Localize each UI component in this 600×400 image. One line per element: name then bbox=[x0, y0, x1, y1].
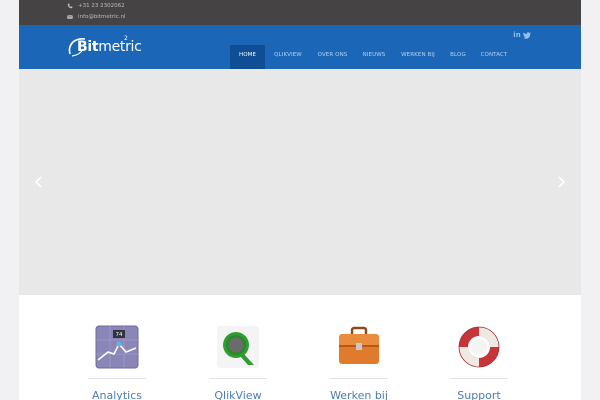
twitter-link[interactable] bbox=[523, 31, 531, 39]
email-contact[interactable]: info@bitmetric.nl bbox=[67, 14, 125, 20]
phone-icon bbox=[67, 3, 73, 9]
feature-divider bbox=[88, 378, 146, 379]
phone-contact[interactable]: +31 23 2302062 bbox=[67, 3, 125, 9]
nav-contact[interactable]: CONTACT bbox=[474, 45, 514, 69]
envelope-icon bbox=[67, 15, 73, 19]
feature-divider bbox=[450, 378, 508, 379]
feature-werken-bij[interactable]: Werken bij bbox=[329, 324, 389, 400]
page-wrapper: +31 23 2302062 info@bitmetric.nl Bitmetr… bbox=[19, 0, 581, 400]
logo-wordmark: Bitmetric bbox=[77, 39, 142, 55]
lifebuoy-icon bbox=[458, 326, 500, 368]
site-logo[interactable]: Bitmetric 2 bbox=[67, 33, 142, 61]
twitter-icon bbox=[523, 31, 531, 39]
linkedin-icon: in bbox=[513, 31, 521, 39]
nav-home[interactable]: HOME bbox=[230, 45, 265, 69]
feature-section: 74 Analytics QlikView Werken bij Support bbox=[19, 295, 581, 400]
main-menu: HOME QLIKVIEW OVER ONS NIEUWS WERKEN BIJ… bbox=[230, 45, 516, 69]
analytics-badge: 74 bbox=[116, 332, 123, 338]
email-address: info@bitmetric.nl bbox=[78, 14, 126, 20]
nav-blog[interactable]: BLOG bbox=[444, 45, 472, 69]
linkedin-link[interactable]: in bbox=[513, 31, 521, 39]
briefcase-icon bbox=[339, 326, 379, 364]
analytics-chart-icon: 74 bbox=[95, 325, 139, 369]
feature-label: Werken bij bbox=[330, 389, 388, 400]
feature-label: Support bbox=[457, 389, 501, 400]
nav-qlikview[interactable]: QLIKVIEW bbox=[267, 45, 309, 69]
nav-werken-bij[interactable]: WERKEN BIJ bbox=[394, 45, 442, 69]
phone-number: +31 23 2302062 bbox=[78, 3, 125, 9]
feature-qlikview[interactable]: QlikView bbox=[208, 324, 268, 400]
nav-over-ons[interactable]: OVER ONS bbox=[311, 45, 354, 69]
chevron-left-icon[interactable] bbox=[32, 175, 46, 189]
hero-slider bbox=[19, 69, 581, 295]
feature-analytics[interactable]: 74 Analytics bbox=[87, 324, 147, 400]
chevron-right-icon[interactable] bbox=[554, 175, 568, 189]
main-navbar: Bitmetric 2 in HOME QLIKVIEW OVER ONS NI… bbox=[19, 25, 581, 70]
feature-support[interactable]: Support bbox=[449, 324, 509, 400]
feature-label: Analytics bbox=[92, 389, 142, 400]
feature-divider bbox=[330, 378, 388, 379]
top-contact-bar: +31 23 2302062 info@bitmetric.nl bbox=[19, 0, 581, 25]
logo-superscript: 2 bbox=[124, 35, 128, 42]
feature-label: QlikView bbox=[214, 389, 262, 400]
qlikview-icon bbox=[217, 326, 259, 368]
nav-nieuws[interactable]: NIEUWS bbox=[356, 45, 392, 69]
feature-divider bbox=[209, 378, 267, 379]
